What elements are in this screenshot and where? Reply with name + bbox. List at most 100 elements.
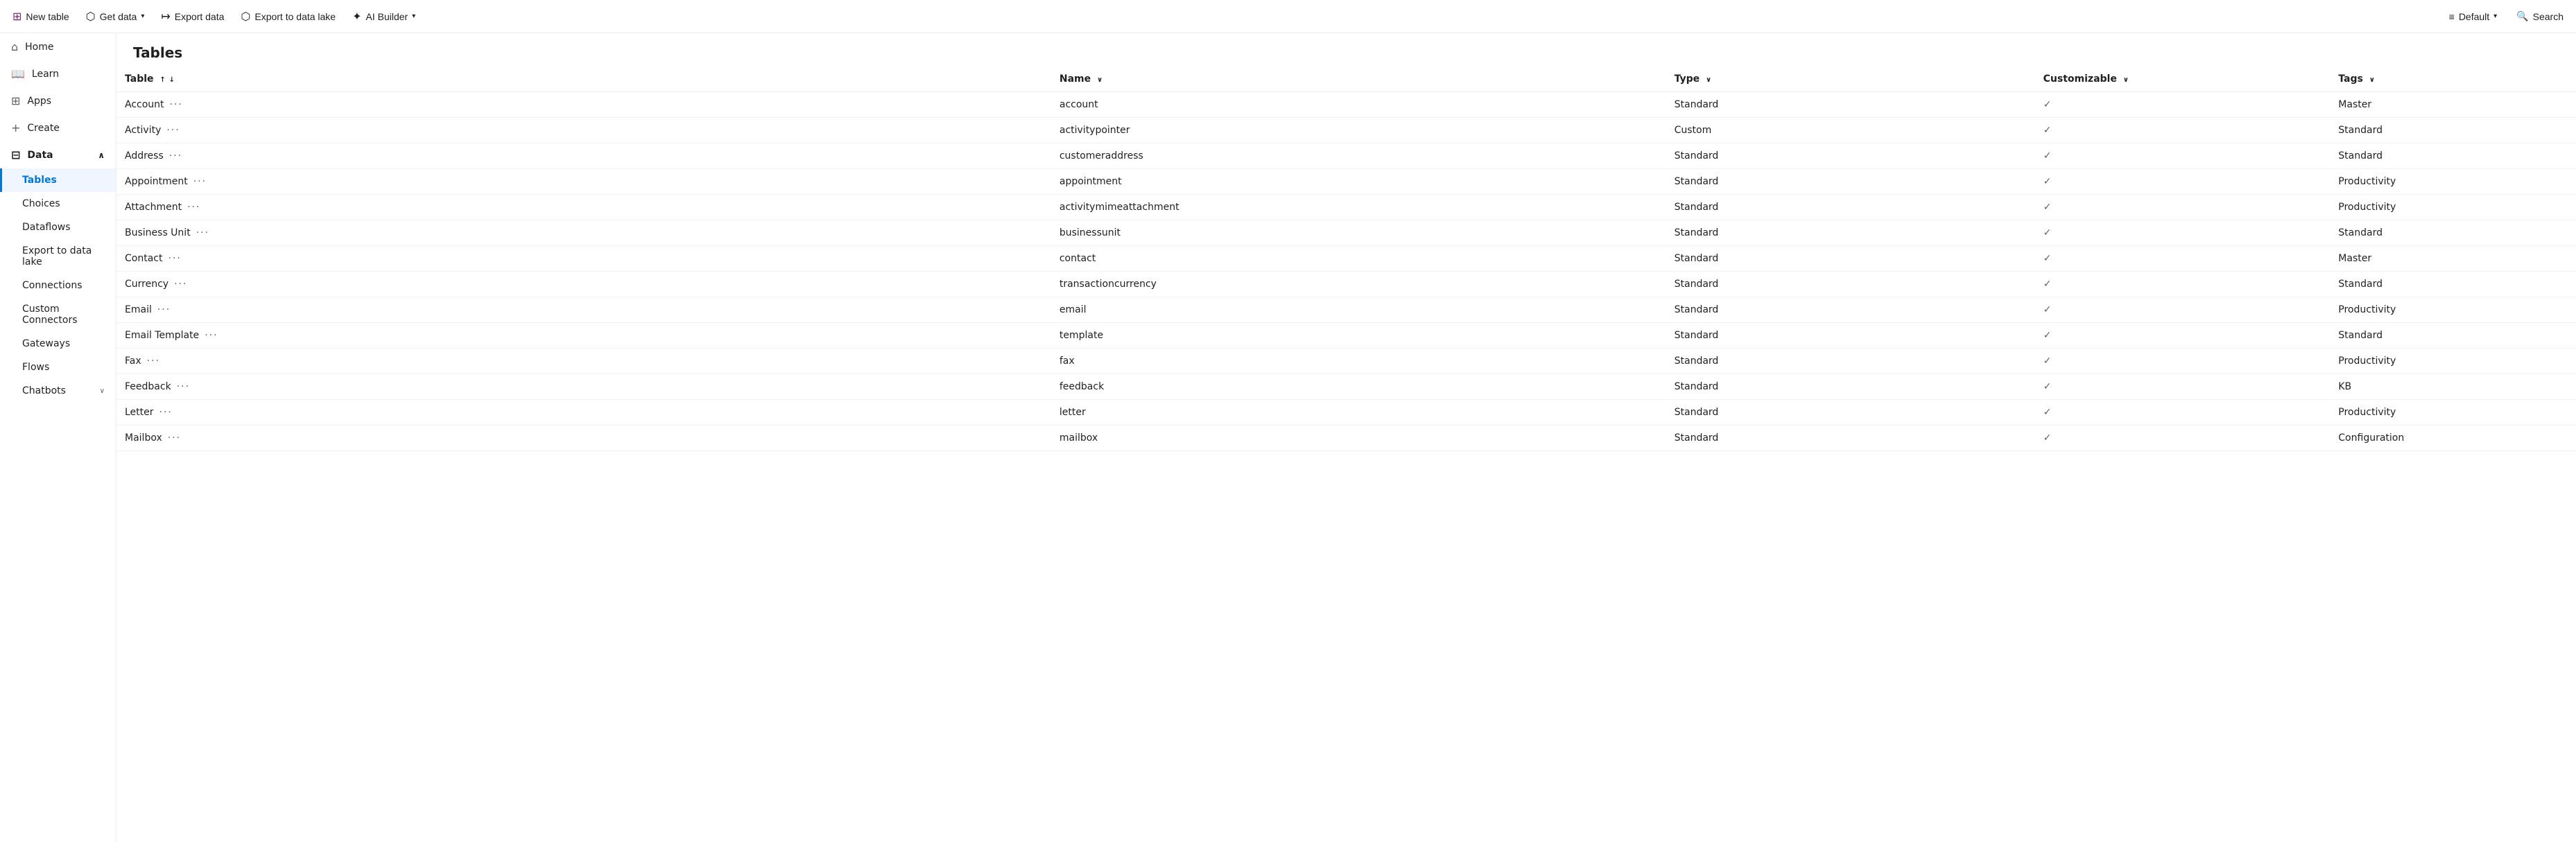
- row-customizable: ✓: [2035, 374, 2331, 400]
- tags-chevron-icon[interactable]: ∨: [2369, 76, 2375, 84]
- sidebar-item-tables[interactable]: Tables: [0, 168, 116, 192]
- default-button[interactable]: ≡ Default ▾: [2442, 8, 2505, 25]
- check-icon: ✓: [2043, 407, 2052, 418]
- table-row[interactable]: Mailbox···mailboxStandard✓Configuration: [116, 426, 2576, 451]
- sidebar-item-flows[interactable]: Flows: [0, 356, 116, 379]
- check-icon: ✓: [2043, 150, 2052, 161]
- sidebar-item-apps[interactable]: ⊞ Apps: [0, 87, 116, 114]
- table-sort-down-icon[interactable]: ↓: [169, 76, 175, 84]
- row-tags: KB: [2330, 374, 2576, 400]
- row-more-options-icon[interactable]: ···: [152, 301, 176, 318]
- page-title: Tables: [133, 44, 2559, 61]
- table-row[interactable]: Letter···letterStandard✓Productivity: [116, 400, 2576, 426]
- get-data-chevron-icon: ▾: [141, 12, 144, 20]
- sidebar-item-dataflows[interactable]: Dataflows: [0, 216, 116, 239]
- row-more-options-icon[interactable]: ···: [199, 327, 223, 344]
- check-icon: ✓: [2043, 99, 2052, 110]
- row-tags: Standard: [2330, 323, 2576, 349]
- export-data-button[interactable]: ↦ Export data: [154, 7, 231, 26]
- sidebar-item-connections[interactable]: Connections: [0, 274, 116, 297]
- ai-builder-button[interactable]: ✦ AI Builder ▾: [345, 7, 422, 26]
- row-more-options-icon[interactable]: ···: [164, 148, 188, 164]
- row-table-name: Letter: [125, 407, 154, 418]
- row-more-options-icon[interactable]: ···: [164, 96, 189, 113]
- get-data-button[interactable]: ⬡ Get data ▾: [79, 7, 152, 26]
- row-table-name: Address: [125, 150, 164, 161]
- row-more-options-icon[interactable]: ···: [171, 378, 196, 395]
- table-row[interactable]: Currency···transactioncurrencyStandard✓S…: [116, 272, 2576, 297]
- row-table-name: Currency: [125, 279, 168, 290]
- table-row[interactable]: Contact···contactStandard✓Master: [116, 246, 2576, 272]
- row-more-options-icon[interactable]: ···: [191, 225, 215, 241]
- row-more-options-icon[interactable]: ···: [162, 250, 187, 267]
- sidebar-item-dataflows-label: Dataflows: [22, 222, 71, 233]
- row-type: Standard: [1666, 220, 2035, 246]
- toolbar: ⊞ New table ⬡ Get data ▾ ↦ Export data ⬡…: [0, 0, 2576, 33]
- row-type: Standard: [1666, 246, 2035, 272]
- sidebar-item-chatbots[interactable]: Chatbots ∨: [0, 379, 116, 403]
- ai-builder-label: AI Builder: [366, 11, 408, 22]
- table-row[interactable]: Activity···activitypointerCustom✓Standar…: [116, 118, 2576, 143]
- col-header-table[interactable]: Table ↑ ↓: [116, 67, 1051, 92]
- sidebar-item-home[interactable]: ⌂ Home: [0, 33, 116, 60]
- customizable-chevron-icon[interactable]: ∨: [2123, 76, 2129, 84]
- sidebar-item-gateways-label: Gateways: [22, 338, 70, 349]
- row-name: appointment: [1051, 169, 1666, 195]
- col-type-label: Type: [1675, 73, 1700, 85]
- sidebar: ⌂ Home 📖 Learn ⊞ Apps + Create ⊟ Data ∧ …: [0, 33, 116, 842]
- sidebar-item-choices[interactable]: Choices: [0, 192, 116, 216]
- sidebar-item-learn[interactable]: 📖 Learn: [0, 60, 116, 87]
- table-header-row: Table ↑ ↓ Name ∨ Type ∨ Customizable ∨: [116, 67, 2576, 92]
- name-chevron-icon[interactable]: ∨: [1097, 76, 1103, 84]
- col-header-tags[interactable]: Tags ∨: [2330, 67, 2576, 92]
- export-lake-icon: ⬡: [241, 10, 250, 24]
- sidebar-item-export-lake[interactable]: Export to data lake: [0, 239, 116, 274]
- row-type: Standard: [1666, 400, 2035, 426]
- col-header-type[interactable]: Type ∨: [1666, 67, 2035, 92]
- search-button[interactable]: 🔍 Search: [2509, 8, 2570, 25]
- table-row[interactable]: Appointment···appointmentStandard✓Produc…: [116, 169, 2576, 195]
- row-more-options-icon[interactable]: ···: [154, 404, 178, 421]
- row-type: Standard: [1666, 143, 2035, 169]
- table-row[interactable]: Address···customeraddressStandard✓Standa…: [116, 143, 2576, 169]
- export-data-icon: ↦: [161, 10, 170, 24]
- toolbar-right: ≡ Default ▾ 🔍 Search: [2442, 8, 2570, 25]
- row-more-options-icon[interactable]: ···: [188, 173, 212, 190]
- table-row[interactable]: Fax···faxStandard✓Productivity: [116, 349, 2576, 374]
- sidebar-item-custom-connectors[interactable]: Custom Connectors: [0, 297, 116, 332]
- row-more-options-icon[interactable]: ···: [161, 122, 185, 139]
- table-row[interactable]: Feedback···feedbackStandard✓KB: [116, 374, 2576, 400]
- new-table-button[interactable]: ⊞ New table: [6, 7, 76, 26]
- row-name: transactioncurrency: [1051, 272, 1666, 297]
- col-name-label: Name: [1060, 73, 1091, 85]
- apps-icon: ⊞: [11, 94, 20, 107]
- row-more-options-icon[interactable]: ···: [182, 199, 206, 216]
- table-row[interactable]: Business Unit···businessunitStandard✓Sta…: [116, 220, 2576, 246]
- row-more-options-icon[interactable]: ···: [162, 430, 187, 446]
- row-more-options-icon[interactable]: ···: [141, 353, 166, 369]
- sidebar-item-gateways[interactable]: Gateways: [0, 332, 116, 356]
- sidebar-group-data-label: Data: [27, 150, 53, 161]
- col-header-name[interactable]: Name ∨: [1051, 67, 1666, 92]
- table-row[interactable]: Attachment···activitymimeattachmentStand…: [116, 195, 2576, 220]
- row-customizable: ✓: [2035, 118, 2331, 143]
- export-to-data-lake-button[interactable]: ⬡ Export to data lake: [234, 7, 343, 26]
- row-customizable: ✓: [2035, 143, 2331, 169]
- sidebar-item-create[interactable]: + Create: [0, 114, 116, 141]
- table-row[interactable]: Email Template···templateStandard✓Standa…: [116, 323, 2576, 349]
- row-type: Standard: [1666, 349, 2035, 374]
- col-header-customizable[interactable]: Customizable ∨: [2035, 67, 2331, 92]
- sidebar-group-data[interactable]: ⊟ Data ∧: [0, 141, 116, 168]
- check-icon: ✓: [2043, 279, 2052, 290]
- new-table-icon: ⊞: [12, 10, 21, 24]
- table-row[interactable]: Email···emailStandard✓Productivity: [116, 297, 2576, 323]
- table-sort-up-icon[interactable]: ↑: [159, 76, 165, 84]
- ai-builder-chevron-icon: ▾: [412, 12, 415, 20]
- row-type: Standard: [1666, 426, 2035, 451]
- row-type: Standard: [1666, 92, 2035, 118]
- type-chevron-icon[interactable]: ∨: [1706, 76, 1711, 84]
- tables-table: Table ↑ ↓ Name ∨ Type ∨ Customizable ∨: [116, 67, 2576, 451]
- table-row[interactable]: Account···accountStandard✓Master: [116, 92, 2576, 118]
- row-tags: Standard: [2330, 220, 2576, 246]
- row-more-options-icon[interactable]: ···: [168, 276, 193, 292]
